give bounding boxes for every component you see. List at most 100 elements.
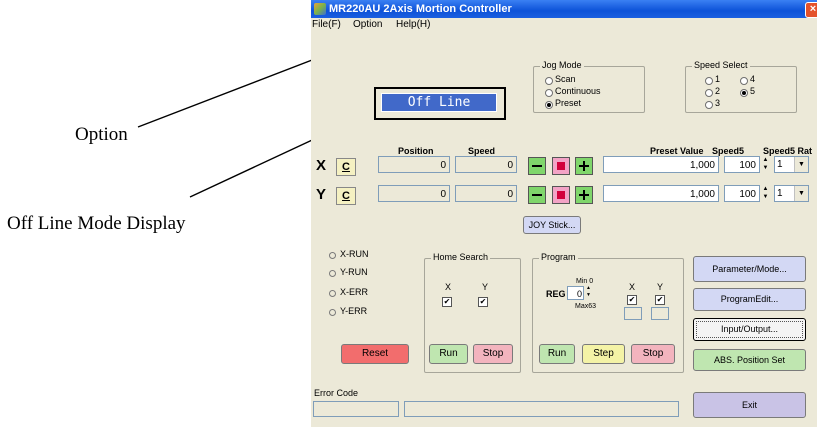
x-err-label: X-ERR	[340, 287, 369, 297]
program-x-label: X	[629, 282, 636, 292]
x-rate-select[interactable]: 1 ▼	[774, 156, 809, 173]
speed-4-radio[interactable]	[740, 77, 748, 85]
close-button[interactable]: ×	[805, 2, 817, 18]
jog-continuous-radio[interactable]	[545, 89, 553, 97]
home-run-button[interactable]: Run	[429, 344, 468, 364]
speed-header: Speed	[468, 146, 496, 156]
home-stop-button[interactable]: Stop	[473, 344, 513, 364]
program-step-button[interactable]: Step	[582, 344, 625, 364]
jog-scan-radio[interactable]	[545, 77, 553, 85]
y-err-label: Y-ERR	[340, 306, 368, 316]
y-speed-field: 0	[455, 185, 517, 202]
x-speed5-spinner[interactable]: ▲ ▼	[761, 156, 770, 173]
x-rate-value: 1	[777, 159, 783, 170]
reg-max-label: Max63	[575, 303, 597, 310]
speed-5-label: 5	[750, 86, 756, 96]
position-header: Position	[398, 146, 434, 156]
y-rate-select[interactable]: 1 ▼	[774, 185, 809, 202]
speed-select-title: Speed Select	[692, 60, 750, 71]
jog-preset-radio[interactable]	[545, 101, 553, 109]
y-jog-plus-button[interactable]	[575, 186, 593, 204]
y-speed5-input[interactable]: 100	[724, 185, 760, 202]
exit-button[interactable]: Exit	[693, 392, 806, 418]
x-clear-button[interactable]: C	[336, 158, 356, 176]
x-jog-stop-button[interactable]	[552, 157, 570, 175]
y-run-led	[329, 270, 336, 277]
offline-display-frame: Off Line	[374, 87, 506, 120]
menu-help[interactable]: Help(H)	[396, 18, 430, 32]
speed-2-radio[interactable]	[705, 89, 713, 97]
app-icon	[314, 3, 326, 15]
jog-mode-title: Jog Mode	[540, 60, 584, 71]
program-y-checkbox[interactable]: ✔	[655, 295, 665, 305]
program-y-label: Y	[657, 282, 664, 292]
program-edit-button[interactable]: ProgramEdit...	[693, 288, 806, 311]
x-position-field: 0	[378, 156, 450, 173]
y-jog-minus-button[interactable]	[528, 186, 546, 204]
x-jog-minus-button[interactable]	[528, 157, 546, 175]
error-code-field	[313, 401, 399, 417]
home-search-title: Home Search	[431, 252, 491, 263]
reg-spinner[interactable]: ▲ ▼	[584, 285, 593, 299]
axis-y-label: Y	[316, 186, 327, 203]
reg-min-label: Min 0	[576, 278, 594, 285]
preset-value-header: Preset Value	[650, 146, 704, 156]
window-title: MR220AU 2Axis Mortion Controller	[329, 3, 512, 15]
y-speed5-spinner[interactable]: ▲ ▼	[761, 185, 770, 202]
error-message-field	[404, 401, 679, 417]
abs-position-set-button[interactable]: ABS. Position Set	[693, 349, 806, 371]
speed-1-radio[interactable]	[705, 77, 713, 85]
x-preset-input[interactable]: 1,000	[603, 156, 719, 173]
joystick-button[interactable]: JOY Stick...	[523, 216, 581, 234]
jog-continuous-label: Continuous	[555, 86, 601, 96]
y-clear-button[interactable]: C	[336, 187, 356, 205]
speed-3-label: 3	[715, 98, 721, 108]
y-jog-stop-button[interactable]	[552, 186, 570, 204]
chevron-down-icon[interactable]: ▼	[794, 157, 808, 172]
x-jog-plus-button[interactable]	[575, 157, 593, 175]
x-run-led	[329, 252, 336, 259]
status-display: Off Line	[381, 93, 497, 112]
speed-4-label: 4	[750, 74, 756, 84]
program-stop-button[interactable]: Stop	[631, 344, 675, 364]
home-x-label: X	[445, 282, 452, 292]
program-x-display	[624, 307, 642, 320]
app-window: MR220AU 2Axis Mortion Controller × File(…	[311, 0, 817, 427]
speed-3-radio[interactable]	[705, 101, 713, 109]
home-y-label: Y	[482, 282, 489, 292]
reset-button[interactable]: Reset	[341, 344, 409, 364]
speed-1-label: 1	[715, 74, 721, 84]
home-x-checkbox[interactable]: ✔	[442, 297, 452, 307]
chevron-down-icon[interactable]: ▼	[794, 186, 808, 201]
y-position-field: 0	[378, 185, 450, 202]
jog-preset-label: Preset	[555, 98, 582, 108]
y-run-label: Y-RUN	[340, 267, 368, 277]
title-bar[interactable]: MR220AU 2Axis Mortion Controller ×	[311, 0, 817, 18]
home-y-checkbox[interactable]: ✔	[478, 297, 488, 307]
y-err-led	[329, 309, 336, 316]
input-output-button[interactable]: Input/Output...	[693, 318, 806, 341]
reg-label: REG	[546, 289, 566, 299]
axis-x-label: X	[316, 157, 327, 174]
speed5-rate-header: Speed5 Rat	[763, 146, 813, 156]
program-x-checkbox[interactable]: ✔	[627, 295, 637, 305]
program-y-display	[651, 307, 669, 320]
program-run-button[interactable]: Run	[539, 344, 575, 364]
x-speed-field: 0	[455, 156, 517, 173]
reg-input[interactable]: 0	[567, 286, 584, 300]
speed5-header: Speed5	[712, 146, 745, 156]
x-run-label: X-RUN	[340, 249, 369, 259]
error-code-label: Error Code	[314, 388, 359, 398]
menu-file[interactable]: File(F)	[312, 18, 341, 32]
parameter-mode-button[interactable]: Parameter/Mode...	[693, 256, 806, 282]
program-title: Program	[539, 252, 578, 263]
menu-option[interactable]: Option	[353, 18, 382, 32]
menu-bar: File(F) Option Help(H)	[311, 18, 817, 32]
jog-scan-label: Scan	[555, 74, 576, 84]
y-preset-input[interactable]: 1,000	[603, 185, 719, 202]
x-speed5-input[interactable]: 100	[724, 156, 760, 173]
speed-2-label: 2	[715, 86, 721, 96]
x-err-led	[329, 290, 336, 297]
y-rate-value: 1	[777, 188, 783, 199]
speed-5-radio[interactable]	[740, 89, 748, 97]
